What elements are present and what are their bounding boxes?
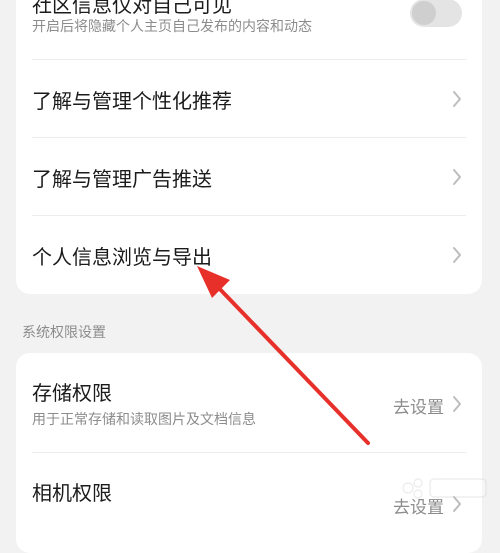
storage-permission-title: 存储权限: [32, 381, 112, 405]
chevron-right-icon: [450, 167, 464, 187]
chevron-right-icon: [450, 89, 464, 109]
personalized-recommendation-label: 了解与管理个性化推荐: [32, 89, 232, 113]
toggle-knob: [412, 1, 436, 25]
chevron-right-icon: [450, 494, 464, 514]
camera-permission-title: 相机权限: [32, 481, 112, 505]
chevron-right-icon: [450, 245, 464, 265]
community-visibility-row[interactable]: 社区信息仅对自己可见 开启后将隐藏个人主页自己发布的内容和动态: [16, 0, 482, 60]
chevron-right-icon: [450, 394, 464, 414]
storage-permission-subtitle: 用于正常存储和读取图片及文档信息: [32, 412, 256, 428]
ad-push-label: 了解与管理广告推送: [32, 167, 212, 191]
system-permissions-section-label: 系统权限设置: [22, 325, 106, 341]
storage-permission-row[interactable]: 存储权限 用于正常存储和读取图片及文档信息 去设置: [16, 353, 482, 453]
ad-push-row[interactable]: 了解与管理广告推送: [16, 138, 482, 216]
system-permissions-card: 存储权限 用于正常存储和读取图片及文档信息 去设置 相机权限 去设置: [16, 353, 482, 553]
camera-permission-action[interactable]: 去设置: [393, 493, 444, 518]
personal-info-export-label: 个人信息浏览与导出: [32, 245, 212, 269]
privacy-settings-card: 社区信息仅对自己可见 开启后将隐藏个人主页自己发布的内容和动态 了解与管理个性化…: [16, 0, 482, 294]
personalized-recommendation-row[interactable]: 了解与管理个性化推荐: [16, 60, 482, 138]
storage-permission-action[interactable]: 去设置: [393, 393, 444, 418]
camera-permission-row[interactable]: 相机权限 去设置: [16, 453, 482, 553]
community-visibility-toggle[interactable]: [410, 0, 462, 27]
personal-info-export-row[interactable]: 个人信息浏览与导出: [16, 216, 482, 294]
community-visibility-subtitle: 开启后将隐藏个人主页自己发布的内容和动态: [32, 19, 312, 35]
